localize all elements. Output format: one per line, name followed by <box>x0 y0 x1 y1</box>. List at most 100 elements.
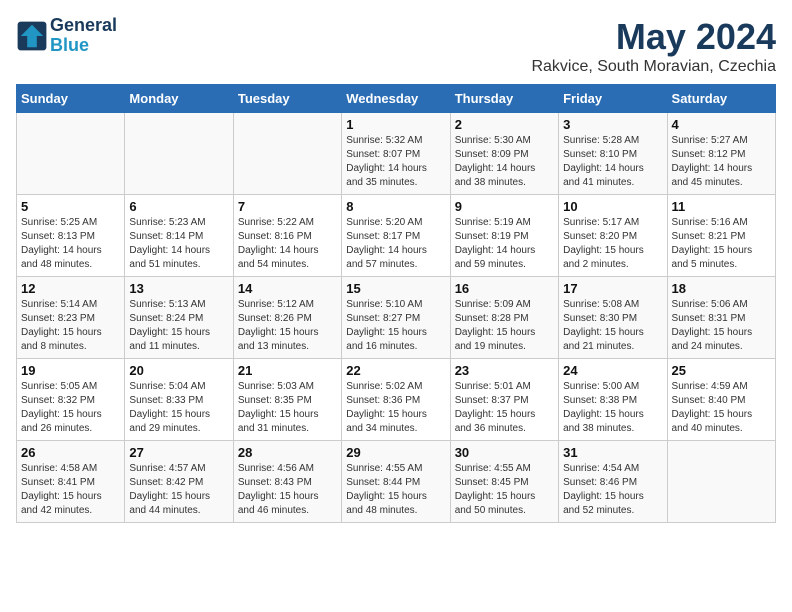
calendar-week-row: 19Sunrise: 5:05 AMSunset: 8:32 PMDayligh… <box>17 359 776 441</box>
calendar-cell: 15 Sunrise: 5:10 AMSunset: 8:27 PMDayligh… <box>342 277 450 359</box>
calendar-week-row: 1 Sunrise: 5:32 AMSunset: 8:07 PMDaylight… <box>17 113 776 195</box>
cell-info: Sunrise: 5:19 AMSunset: 8:19 PMDaylight:… <box>455 216 554 272</box>
cell-info: Sunrise: 4:55 AMSunset: 8:44 PMDaylight:… <box>346 462 445 518</box>
weekday-header-row: SundayMondayTuesdayWednesdayThursdayFrid… <box>17 85 776 113</box>
cell-day-number: 6 <box>129 199 228 214</box>
cell-info: Sunrise: 5:04 AMSunset: 8:33 PMDaylight:… <box>129 380 228 436</box>
weekday-header: Monday <box>125 85 233 113</box>
cell-info: Sunrise: 5:01 AMSunset: 8:37 PMDaylight:… <box>455 380 554 436</box>
cell-day-number: 8 <box>346 199 445 214</box>
weekday-header: Sunday <box>17 85 125 113</box>
calendar-cell: 14 Sunrise: 5:12 AMSunset: 8:26 PMDayligh… <box>233 277 341 359</box>
cell-info: Sunrise: 5:30 AMSunset: 8:09 PMDaylight:… <box>455 134 554 190</box>
calendar-cell: 9 Sunrise: 5:19 AMSunset: 8:19 PMDaylight… <box>450 195 558 277</box>
cell-day-number: 28 <box>238 445 337 460</box>
cell-info: Sunrise: 5:28 AMSunset: 8:10 PMDaylight:… <box>563 134 662 190</box>
calendar-cell <box>233 113 341 195</box>
title-block: May 2024 Rakvice, South Moravian, Czechi… <box>531 16 776 76</box>
calendar-cell: 31 Sunrise: 4:54 AMSunset: 8:46 PMDayligh… <box>559 441 667 523</box>
calendar-cell: 4 Sunrise: 5:27 AMSunset: 8:12 PMDaylight… <box>667 113 775 195</box>
calendar-cell: 3 Sunrise: 5:28 AMSunset: 8:10 PMDaylight… <box>559 113 667 195</box>
cell-day-number: 5 <box>21 199 120 214</box>
calendar-cell: 25Sunrise: 4:59 AMSunset: 8:40 PMDayligh… <box>667 359 775 441</box>
cell-info: Sunrise: 5:00 AMSunset: 8:38 PMDaylight:… <box>563 380 662 436</box>
cell-day-number: 29 <box>346 445 445 460</box>
calendar-cell: 18 Sunrise: 5:06 AMSunset: 8:31 PMDayligh… <box>667 277 775 359</box>
cell-day-number: 13 <box>129 281 228 296</box>
cell-day-number: 22 <box>346 363 445 378</box>
cell-day-number: 4 <box>672 117 771 132</box>
calendar-table: SundayMondayTuesdayWednesdayThursdayFrid… <box>16 84 776 523</box>
cell-info: Sunrise: 5:16 AMSunset: 8:21 PMDaylight:… <box>672 216 771 272</box>
cell-info: Sunrise: 5:20 AMSunset: 8:17 PMDaylight:… <box>346 216 445 272</box>
calendar-cell: 22 Sunrise: 5:02 AMSunset: 8:36 PMDayligh… <box>342 359 450 441</box>
cell-info: Sunrise: 5:12 AMSunset: 8:26 PMDaylight:… <box>238 298 337 354</box>
calendar-cell: 17 Sunrise: 5:08 AMSunset: 8:30 PMDayligh… <box>559 277 667 359</box>
cell-day-number: 18 <box>672 281 771 296</box>
cell-day-number: 25 <box>672 363 771 378</box>
cell-day-number: 1 <box>346 117 445 132</box>
cell-info: Sunrise: 5:10 AMSunset: 8:27 PMDaylight:… <box>346 298 445 354</box>
cell-info: Sunrise: 5:27 AMSunset: 8:12 PMDaylight:… <box>672 134 771 190</box>
cell-day-number: 17 <box>563 281 662 296</box>
cell-day-number: 21 <box>238 363 337 378</box>
page-header: General Blue May 2024 Rakvice, South Mor… <box>16 16 776 76</box>
weekday-header: Wednesday <box>342 85 450 113</box>
calendar-cell: 23 Sunrise: 5:01 AMSunset: 8:37 PMDayligh… <box>450 359 558 441</box>
cell-info: Sunrise: 5:22 AMSunset: 8:16 PMDaylight:… <box>238 216 337 272</box>
cell-day-number: 27 <box>129 445 228 460</box>
calendar-cell: 11 Sunrise: 5:16 AMSunset: 8:21 PMDayligh… <box>667 195 775 277</box>
calendar-cell: 1 Sunrise: 5:32 AMSunset: 8:07 PMDaylight… <box>342 113 450 195</box>
cell-info: Sunrise: 5:05 AMSunset: 8:32 PMDaylight:… <box>21 380 120 436</box>
calendar-cell <box>125 113 233 195</box>
cell-info: Sunrise: 4:55 AMSunset: 8:45 PMDaylight:… <box>455 462 554 518</box>
weekday-header: Thursday <box>450 85 558 113</box>
cell-day-number: 31 <box>563 445 662 460</box>
calendar-cell: 21Sunrise: 5:03 AMSunset: 8:35 PMDayligh… <box>233 359 341 441</box>
cell-info: Sunrise: 5:13 AMSunset: 8:24 PMDaylight:… <box>129 298 228 354</box>
calendar-cell: 13 Sunrise: 5:13 AMSunset: 8:24 PMDayligh… <box>125 277 233 359</box>
calendar-cell <box>667 441 775 523</box>
calendar-cell: 10Sunrise: 5:17 AMSunset: 8:20 PMDayligh… <box>559 195 667 277</box>
cell-info: Sunrise: 5:25 AMSunset: 8:13 PMDaylight:… <box>21 216 120 272</box>
calendar-week-row: 26 Sunrise: 4:58 AMSunset: 8:41 PMDayligh… <box>17 441 776 523</box>
logo-text: General Blue <box>50 16 117 56</box>
cell-day-number: 26 <box>21 445 120 460</box>
calendar-cell: 30 Sunrise: 4:55 AMSunset: 8:45 PMDayligh… <box>450 441 558 523</box>
cell-info: Sunrise: 4:54 AMSunset: 8:46 PMDaylight:… <box>563 462 662 518</box>
calendar-cell: 12Sunrise: 5:14 AMSunset: 8:23 PMDayligh… <box>17 277 125 359</box>
cell-day-number: 14 <box>238 281 337 296</box>
cell-day-number: 7 <box>238 199 337 214</box>
cell-day-number: 23 <box>455 363 554 378</box>
calendar-cell: 28Sunrise: 4:56 AMSunset: 8:43 PMDayligh… <box>233 441 341 523</box>
cell-info: Sunrise: 5:17 AMSunset: 8:20 PMDaylight:… <box>563 216 662 272</box>
calendar-cell: 29 Sunrise: 4:55 AMSunset: 8:44 PMDayligh… <box>342 441 450 523</box>
calendar-week-row: 12Sunrise: 5:14 AMSunset: 8:23 PMDayligh… <box>17 277 776 359</box>
cell-day-number: 20 <box>129 363 228 378</box>
logo: General Blue <box>16 16 117 56</box>
cell-info: Sunrise: 5:32 AMSunset: 8:07 PMDaylight:… <box>346 134 445 190</box>
cell-day-number: 11 <box>672 199 771 214</box>
calendar-cell: 2 Sunrise: 5:30 AMSunset: 8:09 PMDaylight… <box>450 113 558 195</box>
calendar-title: May 2024 <box>531 16 776 58</box>
cell-info: Sunrise: 4:57 AMSunset: 8:42 PMDaylight:… <box>129 462 228 518</box>
cell-day-number: 9 <box>455 199 554 214</box>
cell-info: Sunrise: 5:23 AMSunset: 8:14 PMDaylight:… <box>129 216 228 272</box>
cell-info: Sunrise: 4:58 AMSunset: 8:41 PMDaylight:… <box>21 462 120 518</box>
calendar-cell: 5 Sunrise: 5:25 AMSunset: 8:13 PMDaylight… <box>17 195 125 277</box>
weekday-header: Saturday <box>667 85 775 113</box>
cell-day-number: 30 <box>455 445 554 460</box>
calendar-cell: 26 Sunrise: 4:58 AMSunset: 8:41 PMDayligh… <box>17 441 125 523</box>
calendar-cell: 19Sunrise: 5:05 AMSunset: 8:32 PMDayligh… <box>17 359 125 441</box>
cell-day-number: 15 <box>346 281 445 296</box>
cell-day-number: 2 <box>455 117 554 132</box>
cell-info: Sunrise: 5:08 AMSunset: 8:30 PMDaylight:… <box>563 298 662 354</box>
calendar-cell: 20 Sunrise: 5:04 AMSunset: 8:33 PMDayligh… <box>125 359 233 441</box>
cell-info: Sunrise: 5:02 AMSunset: 8:36 PMDaylight:… <box>346 380 445 436</box>
calendar-week-row: 5 Sunrise: 5:25 AMSunset: 8:13 PMDaylight… <box>17 195 776 277</box>
cell-day-number: 3 <box>563 117 662 132</box>
cell-info: Sunrise: 5:06 AMSunset: 8:31 PMDaylight:… <box>672 298 771 354</box>
cell-day-number: 24 <box>563 363 662 378</box>
cell-info: Sunrise: 5:14 AMSunset: 8:23 PMDaylight:… <box>21 298 120 354</box>
calendar-cell <box>17 113 125 195</box>
